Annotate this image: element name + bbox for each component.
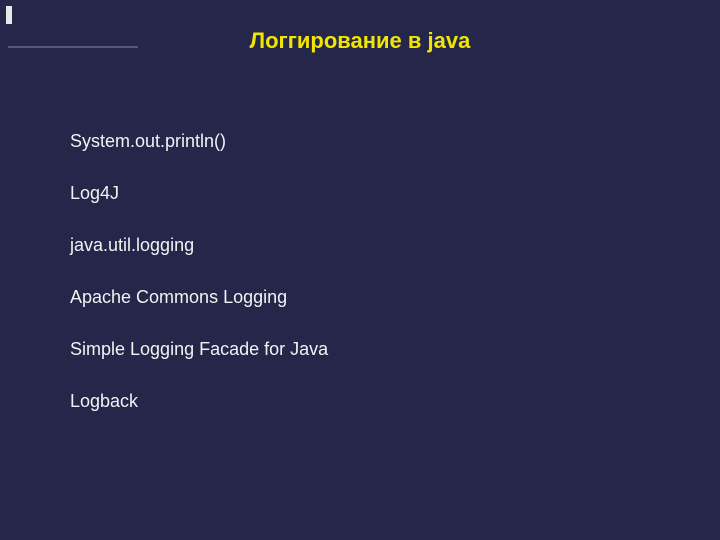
- list-item: Logback: [70, 390, 328, 412]
- content-list: System.out.println() Log4J java.util.log…: [70, 130, 328, 442]
- slide-title: Логгирование в java: [0, 28, 720, 54]
- list-item: java.util.logging: [70, 234, 328, 256]
- list-item: Log4J: [70, 182, 328, 204]
- list-item: System.out.println(): [70, 130, 328, 152]
- list-item: Simple Logging Facade for Java: [70, 338, 328, 360]
- corner-decoration: [6, 6, 12, 24]
- list-item: Apache Commons Logging: [70, 286, 328, 308]
